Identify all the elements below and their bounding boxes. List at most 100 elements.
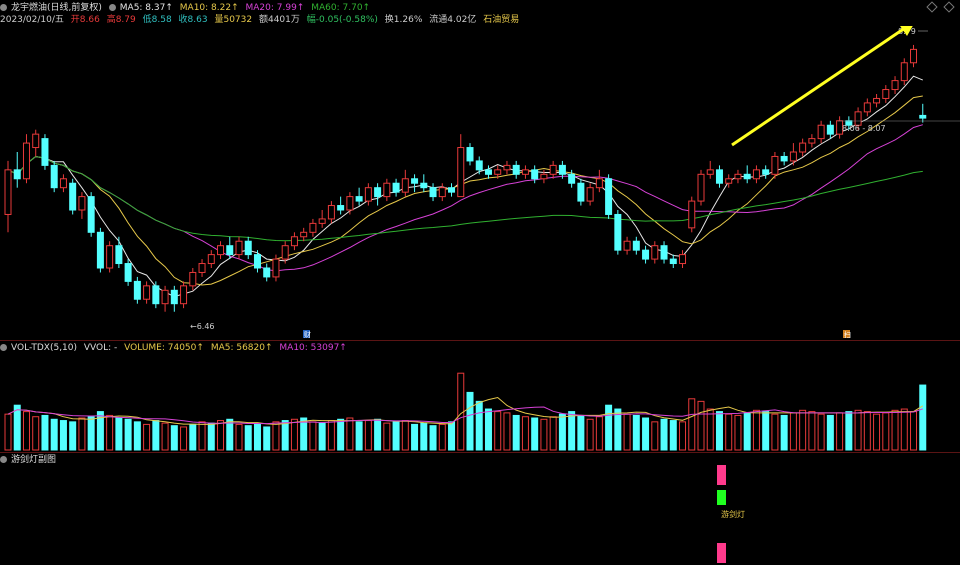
candle (180, 285, 188, 305)
event-marker-label: 扫 (844, 330, 851, 338)
volume-bar (743, 412, 751, 451)
candle (124, 263, 132, 282)
volume-bar (494, 411, 502, 451)
volume-bar (4, 413, 12, 451)
candle (577, 182, 585, 202)
indicator-settings-dot-icon[interactable] (0, 456, 7, 463)
price-chart[interactable]: 8.06 - 8.078.79←6.46财扫 (0, 26, 960, 338)
volume-bar (226, 418, 234, 451)
volume-bar (836, 412, 844, 451)
candle (318, 218, 326, 224)
signal-bar-green (717, 490, 726, 505)
candle (457, 147, 465, 198)
volume-bar (688, 398, 696, 451)
candle (734, 173, 742, 180)
volume-bar (484, 408, 492, 451)
candle (910, 48, 918, 64)
volume-bar (115, 417, 123, 451)
candle (780, 155, 788, 162)
zoom-diamond-icon[interactable] (926, 1, 938, 13)
candle (420, 182, 428, 189)
volume-bar (715, 411, 723, 451)
volume-bar (725, 413, 733, 451)
candle (69, 182, 77, 211)
event-marker-label: 财 (304, 330, 311, 338)
volume-bar (632, 414, 640, 451)
indicator-chart: 游剑灯 (717, 465, 745, 563)
volume-settings-dot-icon[interactable] (0, 344, 7, 351)
ma20-value: MA20: 7.99↑ (245, 3, 305, 13)
volume-bar (799, 409, 807, 451)
settings-dot-icon[interactable] (0, 4, 7, 11)
volume-chart[interactable] (0, 352, 960, 452)
volume-bar (919, 384, 927, 451)
candle (789, 151, 797, 162)
candle (115, 245, 123, 265)
price-header: 龙宇燃油(日线,前复权) MA5: 8.37↑ MA10: 8.22↑ MA20… (0, 2, 374, 14)
volume-bar (448, 421, 456, 451)
candle (411, 178, 419, 184)
volume-bar (706, 408, 714, 451)
signal-label: 游剑灯 (721, 509, 745, 519)
volume-bar (272, 421, 280, 451)
volume-bar (50, 418, 58, 451)
candle (50, 164, 58, 189)
candle (263, 267, 271, 278)
ma-settings-dot-icon[interactable] (108, 4, 116, 11)
volume-bar (355, 421, 363, 451)
candle (106, 245, 114, 269)
volume-bar (217, 420, 225, 451)
panel-divider (0, 340, 960, 341)
quote-info-row: 2023/02/10/五 开8.66 高8.79 低8.58 收8.63 量50… (0, 14, 523, 26)
close-diamond-icon[interactable] (943, 1, 955, 13)
candle (660, 245, 668, 260)
volume-bar (263, 426, 271, 451)
candle (752, 169, 760, 180)
volume-bar (577, 414, 585, 451)
volume-bar (586, 418, 594, 451)
candle (679, 254, 687, 265)
candle (494, 169, 502, 175)
amount-label: 额4401万 (258, 15, 300, 25)
stock-title: 龙宇燃油(日线,前复权) (11, 3, 102, 13)
volume-bar (642, 417, 650, 451)
volume-bar (69, 421, 77, 451)
volume-bar (669, 420, 677, 451)
volume-bar (752, 409, 760, 451)
candle (235, 240, 243, 256)
candle (309, 222, 317, 233)
candle (540, 173, 548, 180)
range-label: 8.06 - 8.07 (842, 124, 886, 133)
volume-bar (143, 423, 151, 451)
candle (170, 289, 178, 305)
volume-bar (595, 416, 603, 451)
date-label: 2023/02/10/五 (0, 15, 64, 25)
volume-bar (651, 421, 659, 451)
ma20-line (7, 124, 923, 272)
candle (808, 138, 816, 144)
candle (41, 138, 49, 166)
volume-bar (22, 411, 30, 451)
candle (549, 164, 557, 175)
volume-bar (789, 412, 797, 451)
candle (799, 142, 807, 153)
volume-bar (780, 414, 788, 451)
volume-bar (87, 416, 95, 451)
volume-bar (411, 423, 419, 451)
low-label: 低8.58 (142, 15, 172, 25)
volume-bar (133, 421, 141, 451)
volume-bar (78, 417, 86, 451)
volume-bar (660, 418, 668, 451)
candle (161, 289, 169, 305)
volume-bar (235, 423, 243, 451)
candle (198, 263, 206, 273)
volume-bar (568, 411, 576, 451)
volume-bar (189, 423, 197, 451)
volume-bar (170, 425, 178, 451)
volume-bar (882, 412, 890, 451)
volume-bar (420, 422, 428, 451)
float-label: 流通4.02亿 (429, 15, 477, 25)
candle (300, 231, 308, 238)
candle (346, 196, 354, 211)
volume-bar (309, 421, 317, 451)
